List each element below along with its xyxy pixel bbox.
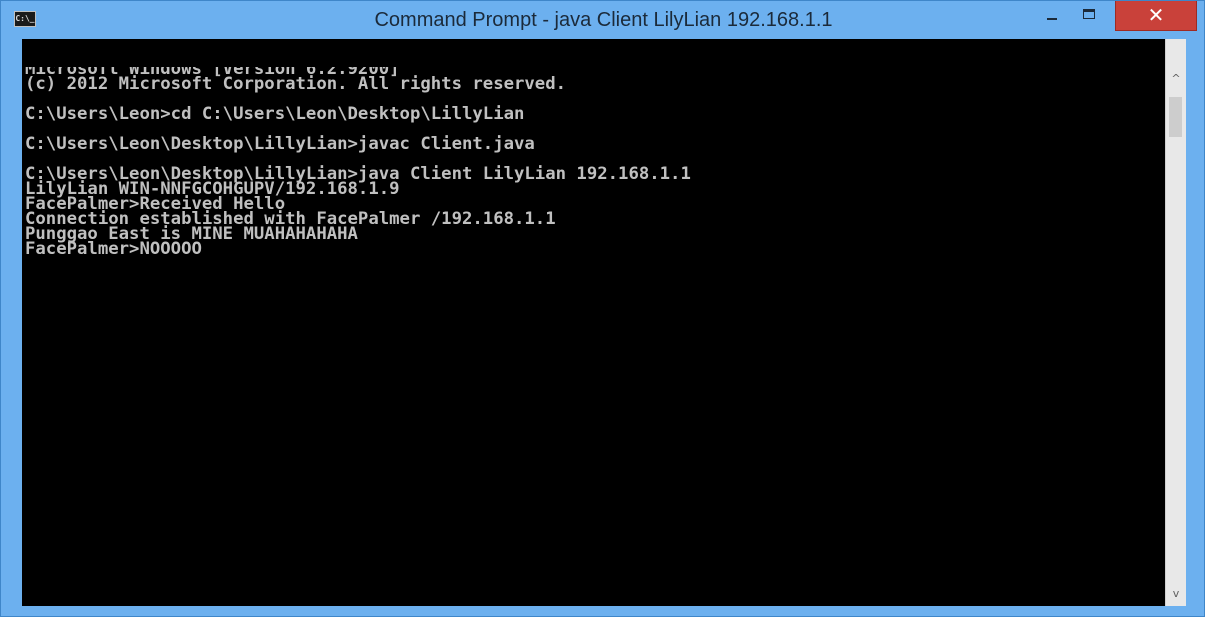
- minimize-button[interactable]: [1034, 1, 1066, 31]
- console-line: C:\Users\Leon\Desktop\LillyLian>javac Cl…: [25, 134, 535, 154]
- console-top-area: [22, 39, 1186, 67]
- console-text: Microsoft Windows [Version 6.2.9200] (c) …: [25, 67, 691, 259]
- close-icon: ✕: [1147, 3, 1165, 27]
- scroll-thumb[interactable]: [1169, 97, 1182, 137]
- window-title: Command Prompt - java Client LilyLian 19…: [374, 9, 833, 31]
- console-line: C:\Users\Leon>cd C:\Users\Leon\Desktop\L…: [25, 104, 525, 124]
- scrollbar-top-area: [1165, 39, 1186, 67]
- minimize-icon: [1047, 18, 1057, 20]
- maximize-button[interactable]: [1070, 1, 1110, 31]
- scroll-up-arrow-icon[interactable]: ^: [1166, 69, 1186, 89]
- maximize-icon: [1083, 9, 1095, 19]
- title-bar[interactable]: C:\_ Command Prompt - java Client LilyLi…: [1, 1, 1204, 39]
- command-prompt-window: C:\_ Command Prompt - java Client LilyLi…: [0, 0, 1205, 617]
- console-line: FacePalmer>NOOOOO: [25, 239, 202, 259]
- scroll-down-arrow-icon[interactable]: v: [1166, 584, 1186, 604]
- close-button[interactable]: ✕: [1115, 1, 1197, 31]
- console-output[interactable]: Microsoft Windows [Version 6.2.9200] (c) …: [22, 67, 1165, 606]
- vertical-scrollbar[interactable]: ^ v: [1165, 67, 1186, 606]
- console-line: (c) 2012 Microsoft Corporation. All righ…: [25, 74, 567, 94]
